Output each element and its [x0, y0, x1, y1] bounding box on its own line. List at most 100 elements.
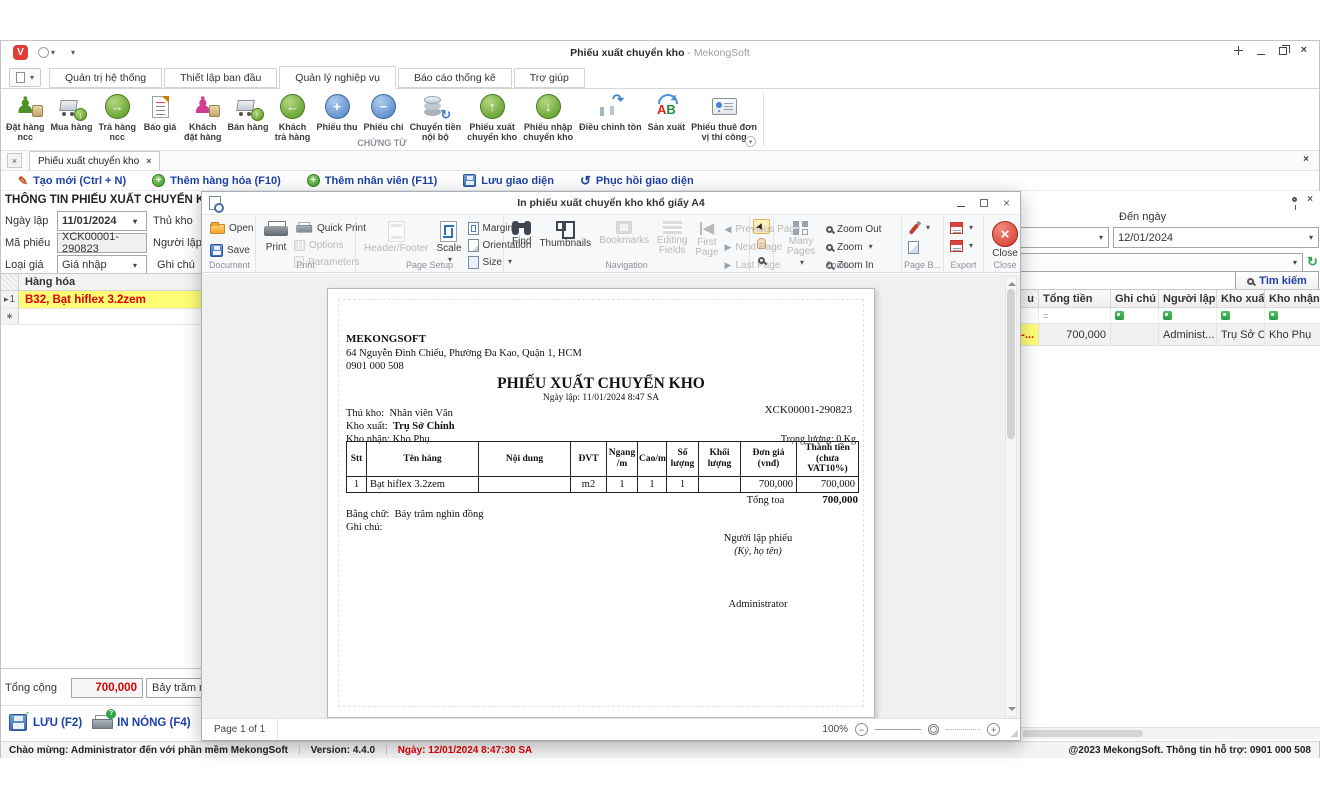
pin-icon[interactable] [1292, 197, 1297, 202]
tab-thiet-lap-ban-dau[interactable]: Thiết lập ban đầu [164, 68, 277, 88]
filter-cell[interactable] [1265, 308, 1320, 323]
scroll-up-icon[interactable] [1008, 278, 1016, 286]
tab-quan-tri-he-thong[interactable]: Quản trị hệ thống [49, 68, 162, 88]
minimize-icon[interactable] [1257, 47, 1265, 55]
horizontal-scrollbar[interactable] [1021, 727, 1320, 739]
zoom-plus-button[interactable]: + [987, 723, 1000, 736]
btn-phieu-thu[interactable]: +Phiếu thu [314, 92, 361, 133]
close-icon[interactable]: × [1301, 45, 1307, 56]
column-header-kho-nhan[interactable]: Kho nhận [1265, 290, 1320, 307]
tabstrip-close-icon[interactable]: × [1303, 154, 1309, 165]
save-button[interactable]: →LƯU (F2) [7, 712, 90, 733]
code-field[interactable]: XCK00001-290823 [57, 233, 147, 253]
filter-cell-equals[interactable]: = [1039, 308, 1111, 323]
chevron-down-icon[interactable]: ▾ [1288, 254, 1302, 272]
hot-print-button[interactable]: ?IN NÓNG (F4) [90, 713, 198, 733]
window-title: Phiếu xuất chuyển kho - MekongSoft [1, 47, 1319, 59]
btn-ban-hang[interactable]: ↑Bán hàng [225, 92, 272, 133]
tab-tro-giup[interactable]: Trợ giúp [514, 68, 585, 88]
panel-close-icon[interactable]: × [1307, 194, 1313, 205]
price-type-combo[interactable]: Giá nhập▾ [57, 255, 147, 275]
document-tab-active[interactable]: Phiếu xuất chuyển kho× [29, 151, 160, 170]
btn-tra-hang-ncc[interactable]: →Trả hàngncc [96, 92, 140, 143]
to-date-combo[interactable]: 12/01/2024▾ [1113, 227, 1319, 248]
open-button[interactable]: Open [208, 221, 255, 235]
btn-phieu-chi[interactable]: −Phiếu chi [361, 92, 407, 133]
column-header-ghi-chu[interactable]: Ghi chú [1111, 290, 1159, 307]
chevron-down-icon[interactable]: ▾ [128, 212, 142, 230]
chevron-down-icon[interactable]: ▾ [128, 256, 142, 274]
btn-dat-hang-ncc[interactable]: ♟Đặt hàngncc [3, 92, 48, 143]
quick-access-icon[interactable] [38, 47, 49, 58]
group-collapse-icon[interactable]: ▾ [745, 136, 756, 147]
column-header-hang-hoa[interactable]: Hàng hóa [19, 276, 75, 288]
dialog-close-icon[interactable]: × [1003, 197, 1010, 209]
btn-khach-dat-hang[interactable]: ♟Kháchđặt hàng [181, 92, 225, 143]
preview-vertical-scrollbar[interactable] [1005, 276, 1017, 717]
column-header-kho-xuat[interactable]: Kho xuất [1217, 290, 1265, 307]
maximize-icon[interactable] [1279, 47, 1287, 55]
filter-cell[interactable] [1217, 308, 1265, 323]
ribbon-layout-button[interactable]: ▾ [9, 68, 41, 87]
btn-san-xuat[interactable]: ABSản xuất [645, 92, 689, 133]
app-logo-icon[interactable]: V [13, 45, 28, 60]
restore-layout-button[interactable]: ↺Phục hồi giao diện [567, 173, 707, 189]
full-screen-icon[interactable] [1234, 46, 1243, 55]
group-label-export: Export [944, 260, 983, 270]
column-header-nguoi-lap[interactable]: Người lập [1159, 290, 1217, 307]
close-preview-button[interactable]: ×Close [988, 219, 1022, 261]
filter-row: = [1021, 308, 1320, 324]
export-pdf-button[interactable]: ▾ [948, 221, 975, 235]
dialog-maximize-icon[interactable] [980, 199, 988, 207]
btn-khach-tra-hang[interactable]: ←Kháchtrả hàng [272, 92, 314, 143]
tab-quan-ly-nghiep-vu[interactable]: Quản lý nghiệp vụ [279, 66, 396, 89]
quick-access-caret-icon[interactable]: ▾ [51, 49, 55, 57]
column-header-tong-tien[interactable]: Tổng tiền [1039, 290, 1111, 307]
result-row[interactable]: 001-... 700,000 Administ... Trụ Sở C... … [1021, 324, 1320, 346]
date-combo[interactable]: 11/01/2024▾ [57, 211, 147, 231]
btn-phieu-nhap-chuyen-kho[interactable]: ↓Phiếu nhậpchuyển kho [520, 92, 576, 143]
export-send-button[interactable]: ▾ [948, 239, 975, 253]
btn-chuyen-tien-noi-bo[interactable]: ↻Chuyển tiềnnội bộ [407, 92, 465, 143]
scrollbar-thumb[interactable] [1007, 289, 1015, 439]
chevron-down-icon[interactable]: ▾ [1304, 229, 1318, 247]
filter-cell[interactable] [1159, 308, 1217, 323]
zoom-minus-button[interactable]: − [855, 723, 868, 736]
close-all-tabs-icon[interactable]: × [7, 153, 22, 168]
new-record-button[interactable]: ✎Tạo mới (Ctrl + N) [5, 173, 139, 189]
filter-combo[interactable]: ▾ [1021, 253, 1303, 272]
dialog-minimize-icon[interactable] [957, 199, 965, 207]
chevron-down-icon[interactable]: ▾ [1094, 229, 1108, 247]
btn-phieu-xuat-chuyen-kho[interactable]: ↑Phiếu xuấtchuyển kho [464, 92, 520, 143]
resize-grip-icon[interactable]: ◢ [1010, 728, 1018, 739]
thumbnails-button[interactable]: Thumbnails [535, 219, 595, 251]
scale-icon [440, 221, 457, 242]
column-header-partial[interactable]: u [1021, 290, 1039, 307]
filter-cell[interactable] [1111, 308, 1159, 323]
add-item-button[interactable]: +Thêm hàng hóa (F10) [139, 173, 294, 189]
zoom-slider-track[interactable] [875, 729, 921, 730]
zoom-slider-track-dotted[interactable] [946, 729, 980, 730]
add-employee-button[interactable]: +Thêm nhân viên (F11) [294, 173, 450, 189]
page-color-button[interactable]: ▾ [906, 221, 932, 235]
watermark-button[interactable] [906, 240, 932, 254]
print-button-dialog[interactable]: Print [260, 219, 292, 255]
find-button[interactable]: Find [508, 219, 535, 249]
filter-cell[interactable] [1021, 308, 1039, 323]
refresh-icon[interactable]: ↻ [1307, 255, 1318, 268]
scroll-down-icon[interactable] [1008, 707, 1016, 715]
btn-bao-gia[interactable]: Báo giá [139, 92, 181, 133]
btn-dieu-chinh-ton[interactable]: ↷Điều chỉnh tồn [576, 92, 645, 133]
zoom-button[interactable]: Zoom▾ [824, 240, 883, 254]
tab-close-icon[interactable]: × [146, 156, 151, 166]
tab-bao-cao-thong-ke[interactable]: Báo cáo thống kê [398, 68, 512, 88]
save-layout-button[interactable]: Lưu giao diện [450, 173, 567, 189]
from-date-combo[interactable]: ▾ [1021, 227, 1109, 248]
zoom-out-button[interactable]: Zoom Out [824, 222, 883, 236]
btn-mua-hang[interactable]: ↓Mua hàng [48, 92, 96, 133]
toolbar-customize-caret-icon[interactable]: ▾ [71, 49, 75, 57]
save-document-button[interactable]: Save [208, 243, 255, 257]
scale-button[interactable]: Scale▾ [432, 219, 465, 266]
search-button[interactable]: Tìm kiếm [1235, 271, 1319, 291]
zoom-slider-thumb[interactable] [928, 724, 939, 735]
